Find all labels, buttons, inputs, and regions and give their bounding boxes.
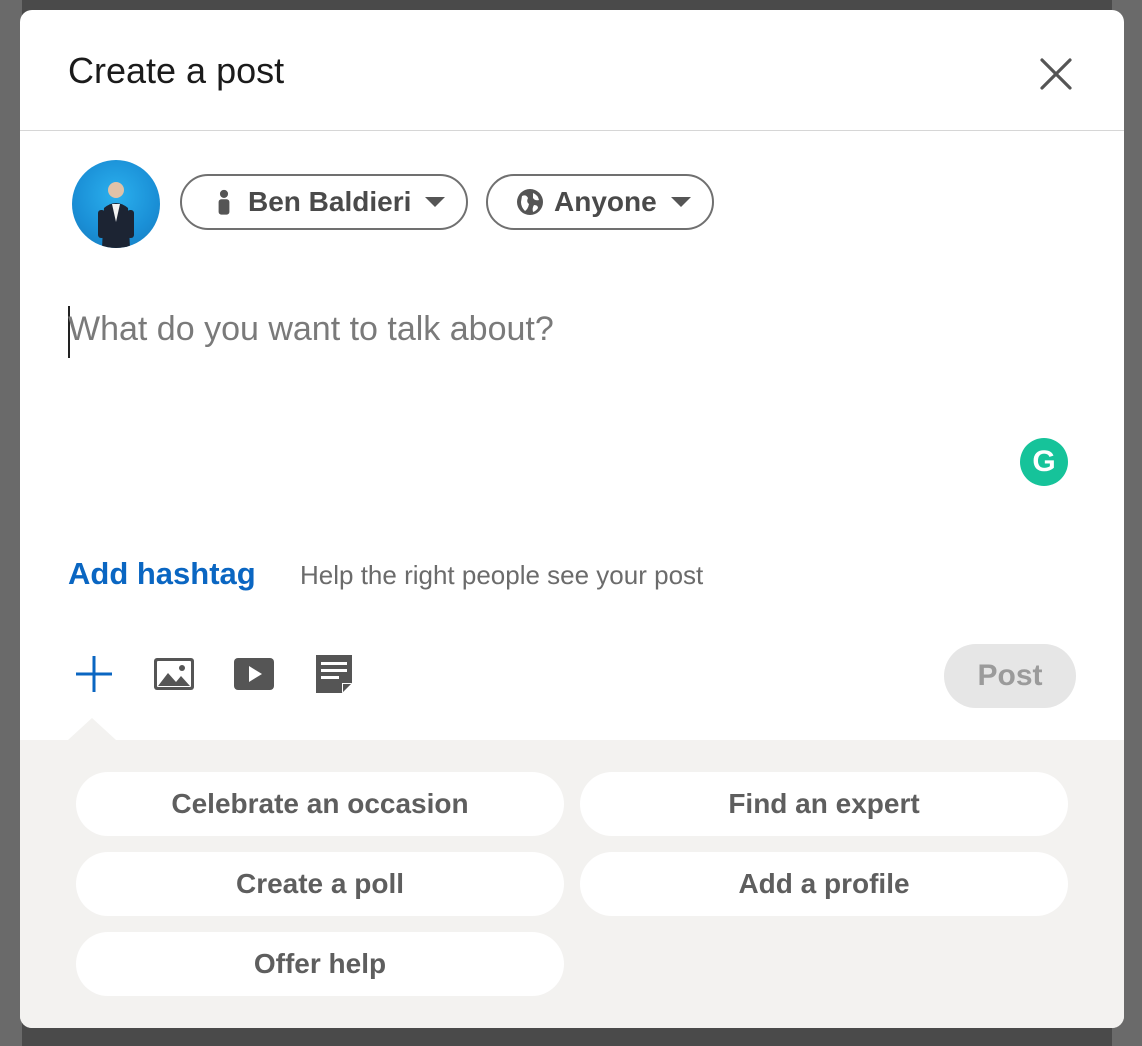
background-left-edge <box>0 0 22 1046</box>
chevron-down-icon <box>670 197 691 207</box>
create-post-dialog: Create a post Ben Baldieri Anyone What d… <box>20 10 1124 1028</box>
person-icon <box>210 188 238 216</box>
add-more-button[interactable] <box>72 652 116 696</box>
panel-pointer <box>68 718 116 740</box>
grammarly-icon[interactable]: G <box>1020 438 1068 486</box>
plus-icon <box>76 656 112 692</box>
dialog-header: Create a post <box>20 10 1124 131</box>
add-video-button[interactable] <box>232 652 276 696</box>
add-photo-button[interactable] <box>152 652 196 696</box>
more-options-panel: Celebrate an occasion Find an expert Cre… <box>20 718 1124 1028</box>
create-poll-button[interactable]: Create a poll <box>76 852 564 916</box>
hashtag-row: Add hashtag Help the right people see yo… <box>68 556 1068 596</box>
dialog-title: Create a post <box>68 50 285 91</box>
author-name: Ben Baldieri <box>248 186 412 217</box>
find-expert-button[interactable]: Find an expert <box>580 772 1068 836</box>
close-icon <box>1040 58 1072 90</box>
hashtag-help-text: Help the right people see your post <box>300 560 704 590</box>
close-button[interactable] <box>1036 54 1076 94</box>
post-toolbar: Post <box>68 642 1076 712</box>
add-document-button[interactable] <box>312 652 356 696</box>
post-editor[interactable]: What do you want to talk about? <box>68 300 1068 500</box>
author-row: Ben Baldieri Anyone <box>72 160 1072 250</box>
visibility-label: Anyone <box>554 186 657 217</box>
avatar[interactable] <box>72 160 160 248</box>
chevron-down-icon <box>425 197 446 207</box>
add-hashtag-link[interactable]: Add hashtag <box>68 556 256 592</box>
globe-icon <box>516 188 544 216</box>
offer-help-button[interactable]: Offer help <box>76 932 564 996</box>
editor-placeholder: What do you want to talk about? <box>68 310 554 348</box>
celebrate-occasion-button[interactable]: Celebrate an occasion <box>76 772 564 836</box>
document-icon <box>316 655 352 693</box>
video-icon <box>234 658 274 690</box>
add-profile-button[interactable]: Add a profile <box>580 852 1068 916</box>
avatar-image <box>98 182 134 248</box>
post-button[interactable]: Post <box>944 644 1076 708</box>
visibility-selector[interactable]: Anyone <box>486 174 714 230</box>
author-selector[interactable]: Ben Baldieri <box>180 174 468 230</box>
photo-icon <box>154 658 194 690</box>
